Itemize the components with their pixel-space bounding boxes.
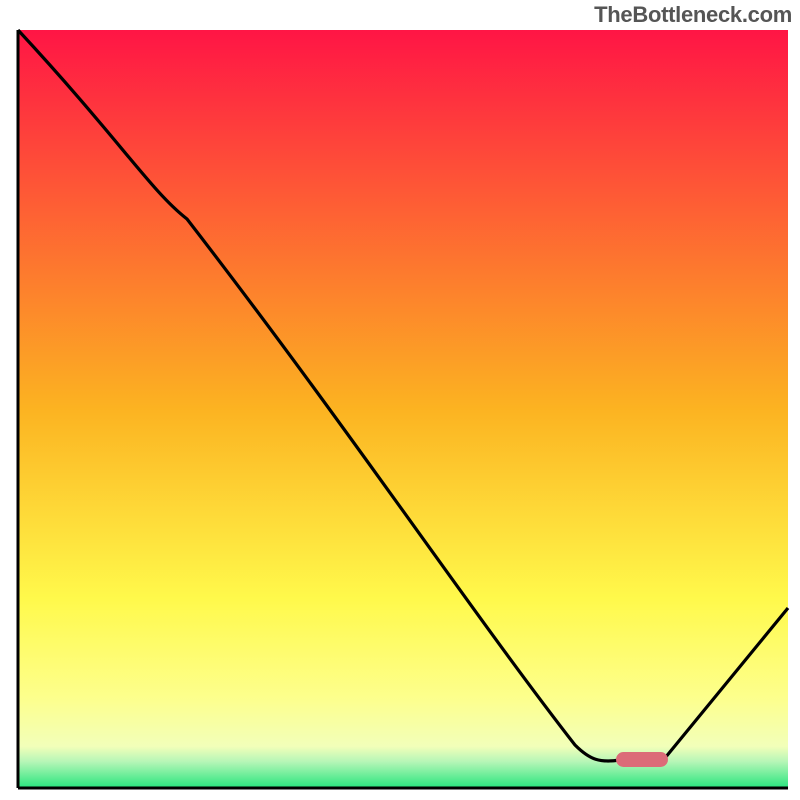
watermark-text: TheBottleneck.com: [594, 2, 792, 28]
optimal-marker: [616, 752, 668, 767]
plot-background: [18, 30, 788, 788]
chart-svg: [0, 0, 800, 800]
chart-stage: TheBottleneck.com: [0, 0, 800, 800]
